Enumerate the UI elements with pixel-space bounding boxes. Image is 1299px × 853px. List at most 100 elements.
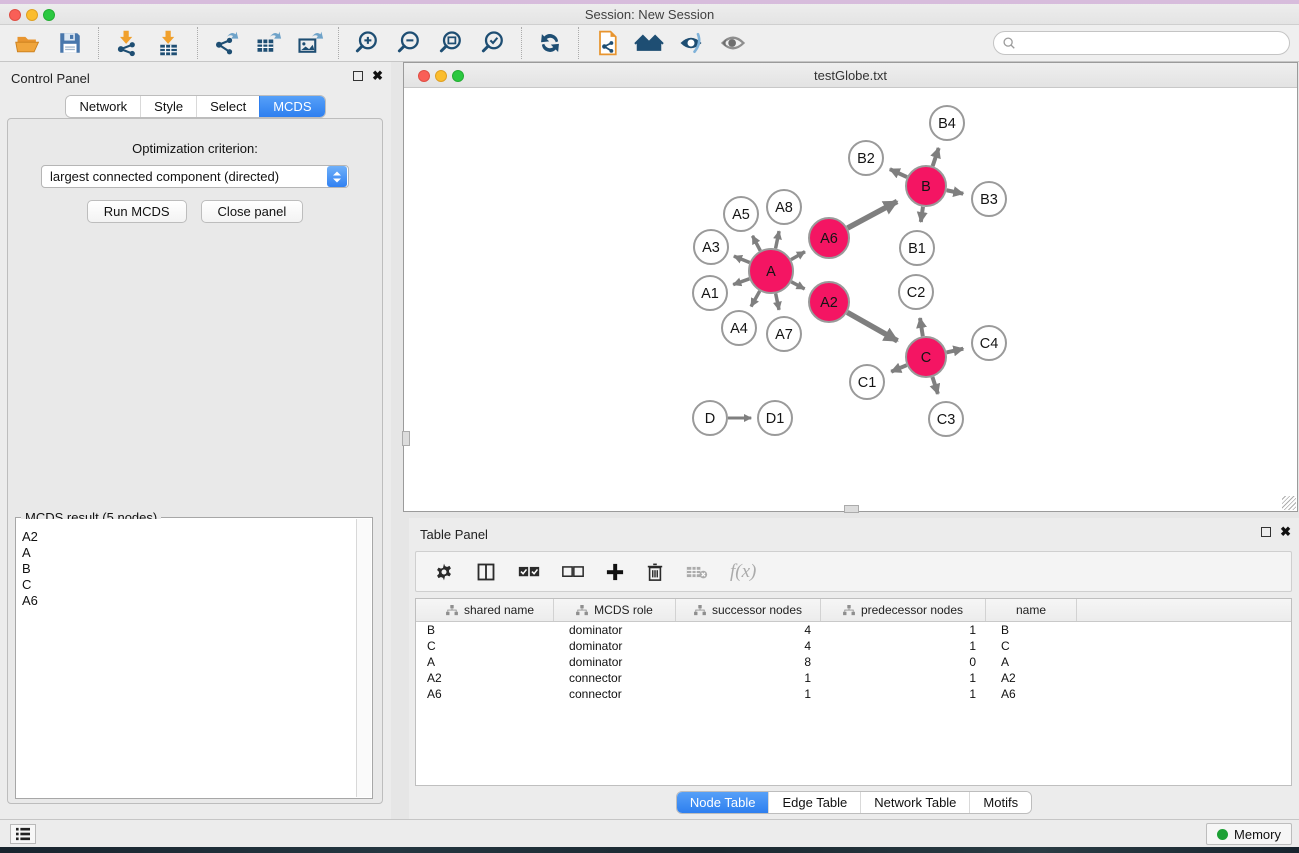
close-panel-button[interactable]: Close panel (201, 200, 304, 223)
result-scrollbar[interactable] (356, 519, 371, 797)
zoom-in-button[interactable] (351, 27, 383, 59)
graph-edge-A-A1[interactable] (733, 279, 749, 285)
cell-successor-nodes[interactable]: 8 (676, 655, 821, 669)
cell-shared-name[interactable]: A (416, 655, 554, 669)
graph-edge-A6-B[interactable] (848, 201, 898, 228)
graph-edge-C-C4[interactable] (946, 349, 963, 353)
cell-successor-nodes[interactable]: 1 (676, 671, 821, 685)
cell-predecessor-nodes[interactable]: 0 (821, 655, 986, 669)
cell-predecessor-nodes[interactable]: 1 (821, 671, 986, 685)
open-session-button[interactable] (12, 27, 44, 59)
cell-successor-nodes[interactable]: 1 (676, 687, 821, 701)
cell-name[interactable]: C (986, 639, 1077, 653)
cell-mcds-role[interactable]: dominator (554, 623, 676, 637)
zoom-fit-button[interactable] (435, 27, 467, 59)
graph-edge-A-A8[interactable] (776, 231, 780, 248)
show-task-history-button[interactable] (10, 824, 36, 844)
zoom-selected-button[interactable] (477, 27, 509, 59)
refresh-button[interactable] (534, 27, 566, 59)
show-columns-button[interactable] (476, 562, 496, 582)
memory-button[interactable]: Memory (1206, 823, 1292, 845)
cell-shared-name[interactable]: C (416, 639, 554, 653)
table-row[interactable]: B dominator 4 1 B (416, 622, 1291, 638)
float-table-panel-icon[interactable] (1261, 527, 1271, 537)
tab-node-table[interactable]: Node Table (677, 792, 769, 813)
birdseye-handle-left[interactable] (402, 431, 410, 446)
graph-edge-C-C2[interactable] (920, 318, 923, 336)
table-row[interactable]: A2 connector 1 1 A2 (416, 670, 1291, 686)
cell-predecessor-nodes[interactable]: 1 (821, 639, 986, 653)
cell-name[interactable]: A6 (986, 687, 1077, 701)
cell-predecessor-nodes[interactable]: 1 (821, 623, 986, 637)
first-neighbors-button[interactable] (633, 27, 665, 59)
graph-edge-A-A5[interactable] (752, 236, 760, 251)
show-all-button[interactable] (717, 27, 749, 59)
table-row[interactable]: A dominator 8 0 A (416, 654, 1291, 670)
cell-name[interactable]: A (986, 655, 1077, 669)
import-network-button[interactable] (111, 27, 143, 59)
toolbar-search[interactable] (993, 31, 1290, 55)
mcds-result-item[interactable]: A2 (22, 529, 356, 545)
cell-shared-name[interactable]: A6 (416, 687, 554, 701)
mcds-result-list[interactable]: A2 A B C A6 (17, 519, 356, 797)
delete-column-button[interactable] (646, 562, 664, 582)
column-header-mcds-role[interactable]: MCDS role (554, 599, 676, 621)
graph-edge-A-A6[interactable] (791, 252, 805, 260)
float-panel-icon[interactable] (353, 71, 363, 81)
tab-network[interactable]: Network (66, 96, 140, 117)
graph-edge-A-A2[interactable] (791, 282, 804, 289)
search-input[interactable] (1021, 36, 1281, 50)
new-network-from-selection-button[interactable] (591, 27, 623, 59)
tab-mcds[interactable]: MCDS (259, 96, 324, 117)
cell-name[interactable]: A2 (986, 671, 1077, 685)
export-image-button[interactable] (294, 27, 326, 59)
graph-edge-A-A3[interactable] (734, 256, 750, 262)
graph-edge-A2-C[interactable] (847, 312, 897, 340)
zoom-out-button[interactable] (393, 27, 425, 59)
column-header-predecessor-nodes[interactable]: predecessor nodes (821, 599, 986, 621)
graph-edge-A-A7[interactable] (776, 294, 779, 310)
graph-edge-B-B1[interactable] (921, 207, 923, 222)
run-mcds-button[interactable]: Run MCDS (87, 200, 187, 223)
table-row[interactable]: C dominator 4 1 C (416, 638, 1291, 654)
tab-style[interactable]: Style (140, 96, 196, 117)
column-header-name[interactable]: name (986, 599, 1077, 621)
column-header-successor-nodes[interactable]: successor nodes (676, 599, 821, 621)
close-panel-icon[interactable]: ✖ (372, 71, 383, 81)
graph-edge-C-C1[interactable] (891, 365, 906, 372)
birdseye-handle-bottom[interactable] (844, 505, 859, 513)
network-canvas[interactable]: B4B2BB3A8A5A6A3B1AA1C2A2A4A7C4CC1C3DD1 (405, 89, 1296, 510)
cell-successor-nodes[interactable]: 4 (676, 623, 821, 637)
cell-mcds-role[interactable]: dominator (554, 655, 676, 669)
graph-edge-B-B3[interactable] (947, 190, 964, 193)
mcds-result-item[interactable]: C (22, 577, 356, 593)
table-row[interactable]: A6 connector 1 1 A6 (416, 686, 1291, 702)
cell-predecessor-nodes[interactable]: 1 (821, 687, 986, 701)
column-header-shared-name[interactable]: shared name (416, 599, 554, 621)
cell-shared-name[interactable]: B (416, 623, 554, 637)
network-graph[interactable]: B4B2BB3A8A5A6A3B1AA1C2A2A4A7C4CC1C3DD1 (405, 89, 1298, 512)
cell-mcds-role[interactable]: connector (554, 687, 676, 701)
network-window-titlebar[interactable]: testGlobe.txt (404, 63, 1297, 88)
unselect-all-button[interactable] (562, 565, 584, 579)
tab-select[interactable]: Select (196, 96, 259, 117)
cell-successor-nodes[interactable]: 4 (676, 639, 821, 653)
cell-mcds-role[interactable]: connector (554, 671, 676, 685)
cell-name[interactable]: B (986, 623, 1077, 637)
tab-edge-table[interactable]: Edge Table (768, 792, 860, 813)
cell-shared-name[interactable]: A2 (416, 671, 554, 685)
mcds-result-item[interactable]: A (22, 545, 356, 561)
node-table[interactable]: shared name MCDS role successor nodes pr… (415, 598, 1292, 786)
mcds-result-item[interactable]: B (22, 561, 356, 577)
export-network-button[interactable] (210, 27, 242, 59)
tab-network-table[interactable]: Network Table (860, 792, 969, 813)
graph-edge-C-C3[interactable] (932, 377, 937, 394)
table-settings-button[interactable] (434, 562, 454, 582)
graph-edge-B-B4[interactable] (933, 148, 939, 166)
close-table-panel-icon[interactable]: ✖ (1280, 527, 1291, 537)
cell-mcds-role[interactable]: dominator (554, 639, 676, 653)
export-table-button[interactable] (252, 27, 284, 59)
graph-edge-A-A4[interactable] (751, 291, 760, 306)
graph-edge-B-B2[interactable] (890, 169, 907, 177)
save-session-button[interactable] (54, 27, 86, 59)
